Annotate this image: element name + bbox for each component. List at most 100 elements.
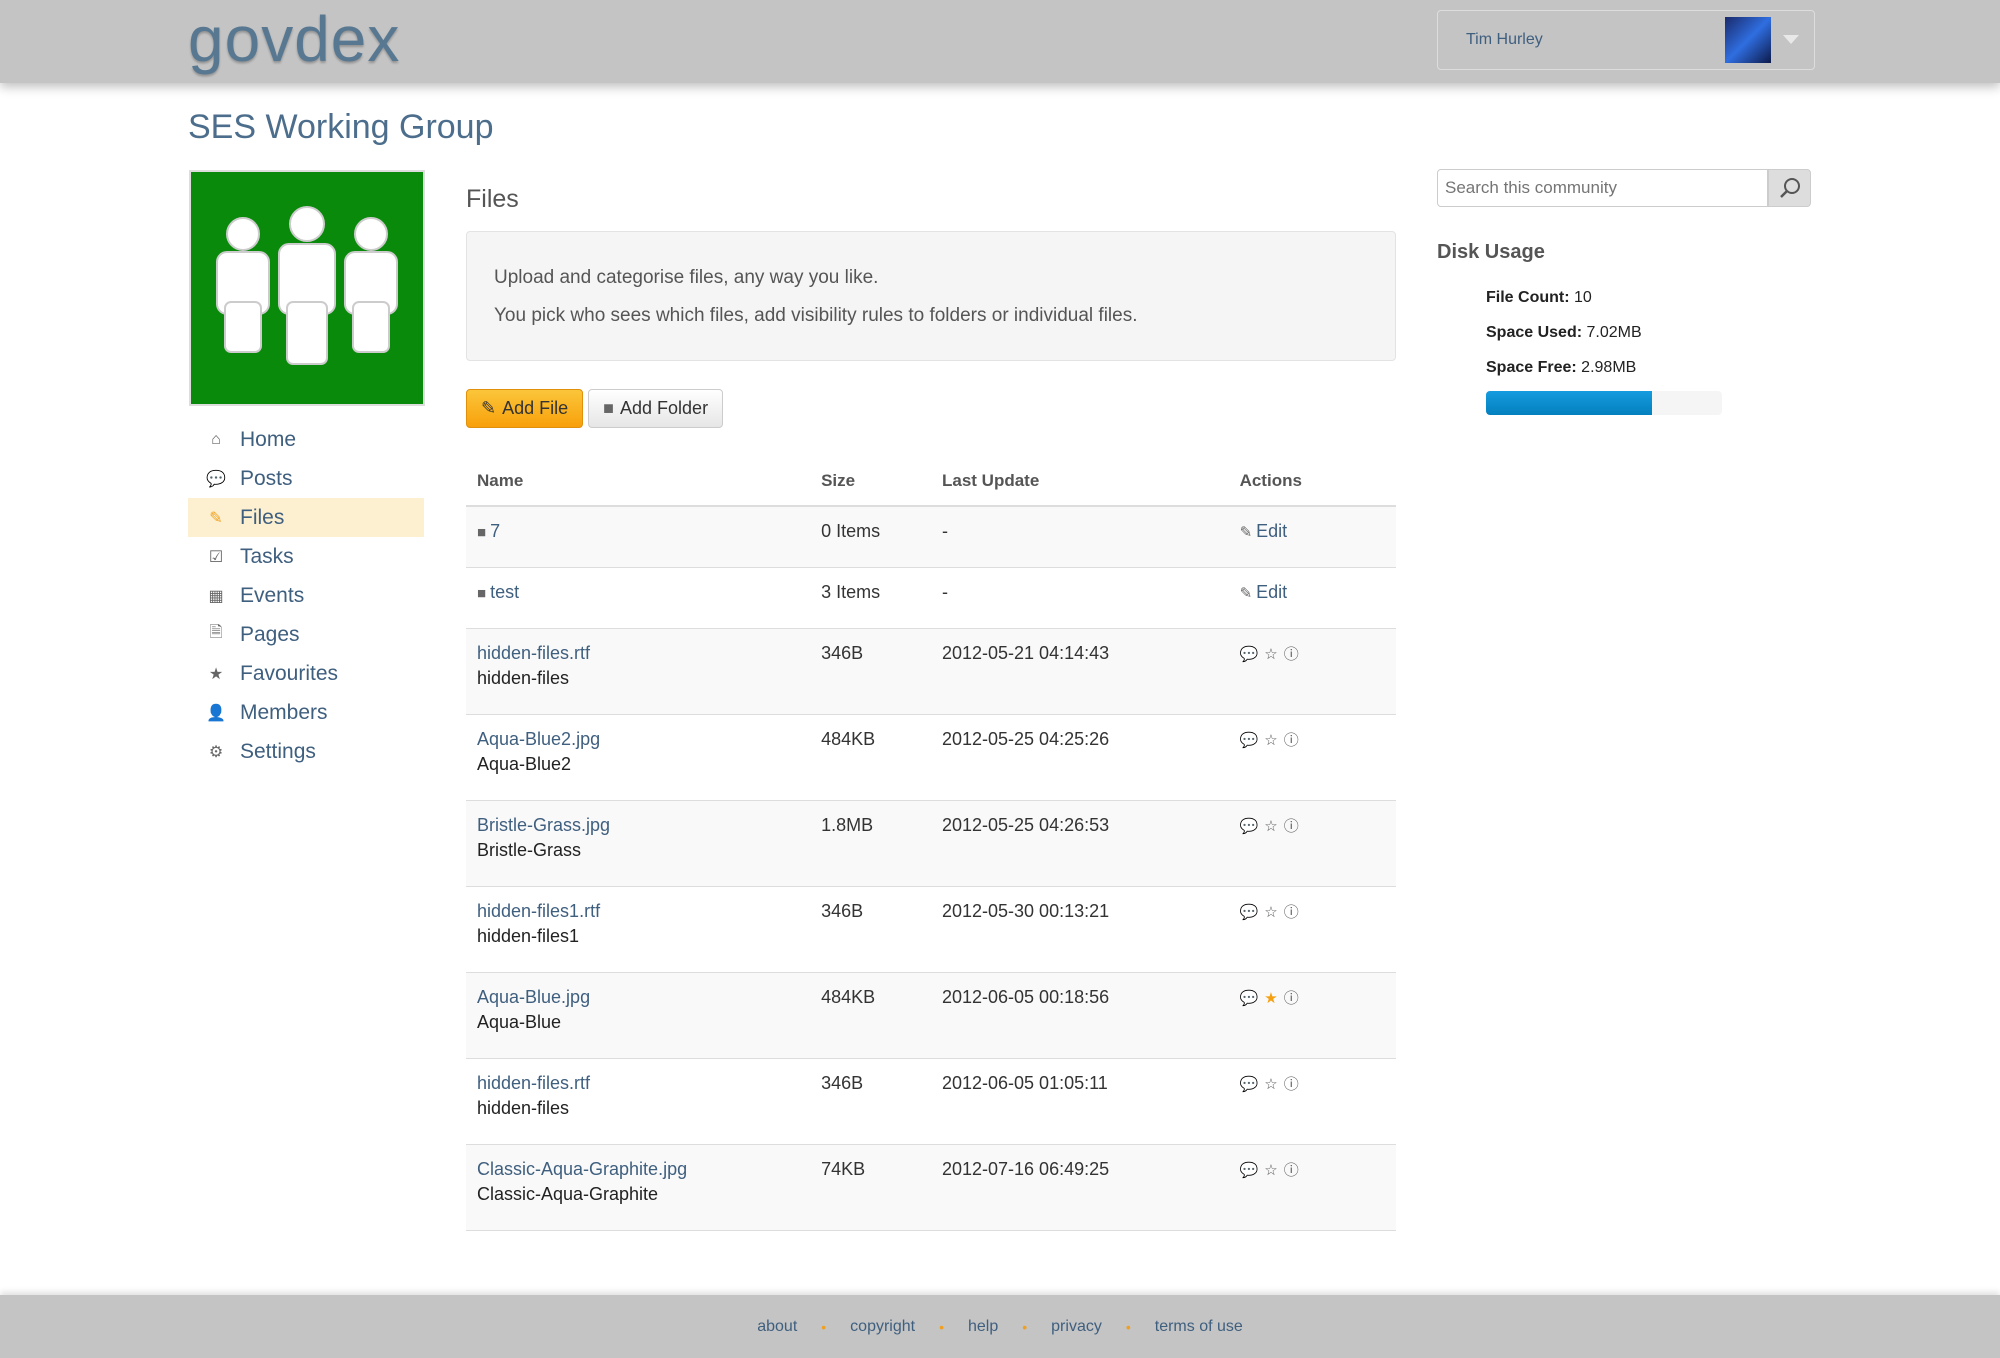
comment-icon[interactable]: 💬	[1240, 990, 1259, 1007]
sidebar-item-settings[interactable]: ⚙ Settings	[188, 732, 424, 771]
sidebar-item-favourites[interactable]: ★ Favourites	[188, 654, 424, 693]
paperclip-icon: ✎	[481, 398, 497, 418]
sidebar-item-pages[interactable]: 🗎 Pages	[188, 615, 424, 654]
info-icon[interactable]: ⓘ	[1284, 1162, 1299, 1179]
table-row: hidden-files.rtf hidden-files 346B 2012-0…	[466, 1058, 1396, 1145]
size-cell: 74KB	[810, 1144, 931, 1231]
folder-link[interactable]: test	[490, 582, 519, 602]
table-row: Classic-Aqua-Graphite.jpg Classic-Aqua-Gr…	[466, 1144, 1396, 1231]
comment-icon[interactable]: 💬	[1240, 904, 1259, 921]
file-title: Aqua-Blue	[477, 1011, 562, 1032]
file-link[interactable]: Aqua-Blue2.jpg	[477, 729, 600, 749]
star-icon[interactable]: ☆	[1264, 1162, 1277, 1179]
updated-cell: 2012-05-25 04:26:53	[930, 800, 1229, 887]
sidebar-item-label: Favourites	[240, 661, 339, 685]
sidebar-item-events[interactable]: ▦ Events	[188, 576, 424, 615]
govdex-logo[interactable]: govdex	[188, 2, 400, 76]
sidebar-nav: ⌂ Home 💬 Posts ✎ Files ☑ Tasks ▦ Events 🗎 Pages ★ Fav…	[188, 420, 424, 771]
sidebar-item-label: Posts	[240, 466, 293, 490]
space-used: 7.02MB	[1586, 324, 1642, 341]
info-line: Upload and categorise files, any way you…	[494, 267, 879, 288]
updated-cell: 2012-06-05 00:18:56	[930, 972, 1229, 1059]
star-icon[interactable]: ☆	[1264, 904, 1277, 921]
sidebar-item-label: Events	[240, 583, 305, 607]
footer-link-terms-of-use[interactable]: terms of use	[1155, 1318, 1243, 1336]
info-icon[interactable]: ⓘ	[1284, 818, 1299, 835]
column-last-update[interactable]: Last Update	[930, 466, 1229, 507]
info-box: Upload and categorise files, any way you…	[466, 231, 1396, 361]
sidebar-item-members[interactable]: 👤 Members	[188, 693, 424, 732]
edit-label: Edit	[1256, 581, 1288, 602]
comment-icon[interactable]: 💬	[1240, 1076, 1259, 1093]
edit-icon: ✎	[1239, 524, 1253, 541]
sidebar-item-label: Tasks	[240, 544, 294, 568]
info-icon[interactable]: ⓘ	[1284, 732, 1299, 749]
folder-link[interactable]: 7	[490, 521, 500, 541]
separator: •	[1125, 1318, 1131, 1335]
file-title: hidden-files	[477, 667, 570, 688]
sidebar-item-label: Files	[240, 505, 285, 529]
footer-link-help[interactable]: help	[968, 1318, 998, 1336]
file-count: 10	[1574, 289, 1592, 306]
space-free: 2.98MB	[1581, 359, 1637, 376]
search-form	[1437, 169, 1811, 207]
file-link[interactable]: Classic-Aqua-Graphite.jpg	[477, 1159, 687, 1179]
chevron-down-icon[interactable]	[1783, 35, 1799, 44]
star-icon: ★	[208, 665, 224, 683]
info-icon[interactable]: ⓘ	[1284, 646, 1299, 663]
star-icon[interactable]: ☆	[1264, 732, 1277, 749]
sidebar-item-tasks[interactable]: ☑ Tasks	[188, 537, 424, 576]
add-file-button[interactable]: ✎ Add File	[466, 389, 584, 428]
table-row: hidden-files1.rtf hidden-files1 346B 2012…	[466, 886, 1396, 973]
group-logo	[189, 170, 425, 406]
add-folder-label: Add Folder	[620, 398, 709, 418]
column-name[interactable]: Name	[466, 466, 811, 507]
footer-link-privacy[interactable]: privacy	[1051, 1318, 1102, 1336]
search-button[interactable]	[1768, 169, 1811, 207]
file-link[interactable]: hidden-files.rtf	[477, 1073, 590, 1093]
star-icon[interactable]: ★	[1264, 990, 1277, 1007]
comment-icon[interactable]: 💬	[1240, 1162, 1259, 1179]
file-link[interactable]: hidden-files.rtf	[477, 643, 590, 663]
footer-link-about[interactable]: about	[757, 1318, 797, 1336]
info-icon[interactable]: ⓘ	[1284, 1076, 1299, 1093]
updated-cell: 2012-05-30 00:13:21	[930, 886, 1229, 973]
sidebar-item-files[interactable]: ✎ Files	[188, 498, 424, 537]
file-icon: 🗎	[209, 624, 223, 641]
updated-cell: 2012-06-05 01:05:11	[930, 1058, 1229, 1145]
avatar[interactable]	[1725, 17, 1771, 63]
footer-link-copyright[interactable]: copyright	[850, 1318, 915, 1336]
table-row: hidden-files.rtf hidden-files 346B 2012-0…	[466, 628, 1396, 715]
column-size[interactable]: Size	[810, 466, 931, 507]
file-link[interactable]: Aqua-Blue.jpg	[477, 987, 590, 1007]
edit-button[interactable]: ✎ Edit	[1240, 521, 1288, 541]
page-title: SES Working Group	[188, 108, 494, 146]
star-icon[interactable]: ☆	[1264, 646, 1277, 663]
sidebar-item-posts[interactable]: 💬 Posts	[188, 459, 424, 498]
table-row: Aqua-Blue2.jpg Aqua-Blue2 484KB 2012-05-2…	[466, 714, 1396, 801]
user-name[interactable]: Tim Hurley	[1466, 31, 1543, 49]
star-icon[interactable]: ☆	[1264, 818, 1277, 835]
sidebar-item-home[interactable]: ⌂ Home	[188, 420, 424, 459]
disk-usage-title: Disk Usage	[1437, 241, 1545, 263]
info-icon[interactable]: ⓘ	[1284, 904, 1299, 921]
edit-label: Edit	[1256, 521, 1288, 541]
column-actions: Actions	[1228, 466, 1396, 507]
file-link[interactable]: Bristle-Grass.jpg	[477, 815, 610, 835]
table-row: Bristle-Grass.jpg Bristle-Grass 1.8MB 201…	[466, 800, 1396, 887]
star-icon[interactable]: ☆	[1264, 1076, 1277, 1093]
file-link[interactable]: hidden-files1.rtf	[477, 901, 600, 921]
comment-icon[interactable]: 💬	[1240, 818, 1259, 835]
add-folder-button[interactable]: ■ Add Folder	[588, 389, 724, 428]
info-icon[interactable]: ⓘ	[1284, 990, 1299, 1007]
separator: •	[939, 1318, 944, 1335]
disk-usage-stats: File Count: 10 Space Used: 7.02MB Space …	[1486, 280, 1811, 385]
edit-button[interactable]: ✎ Edit	[1240, 582, 1288, 602]
comment-icon[interactable]: 💬	[1240, 646, 1259, 663]
search-input[interactable]	[1437, 169, 1769, 207]
disk-usage-bar	[1486, 391, 1722, 415]
comment-icon[interactable]: 💬	[1240, 732, 1259, 749]
comment-icon: 💬	[206, 470, 226, 488]
user-menu[interactable]: Tim Hurley	[1437, 10, 1815, 70]
sidebar-item-label: Settings	[240, 739, 316, 763]
